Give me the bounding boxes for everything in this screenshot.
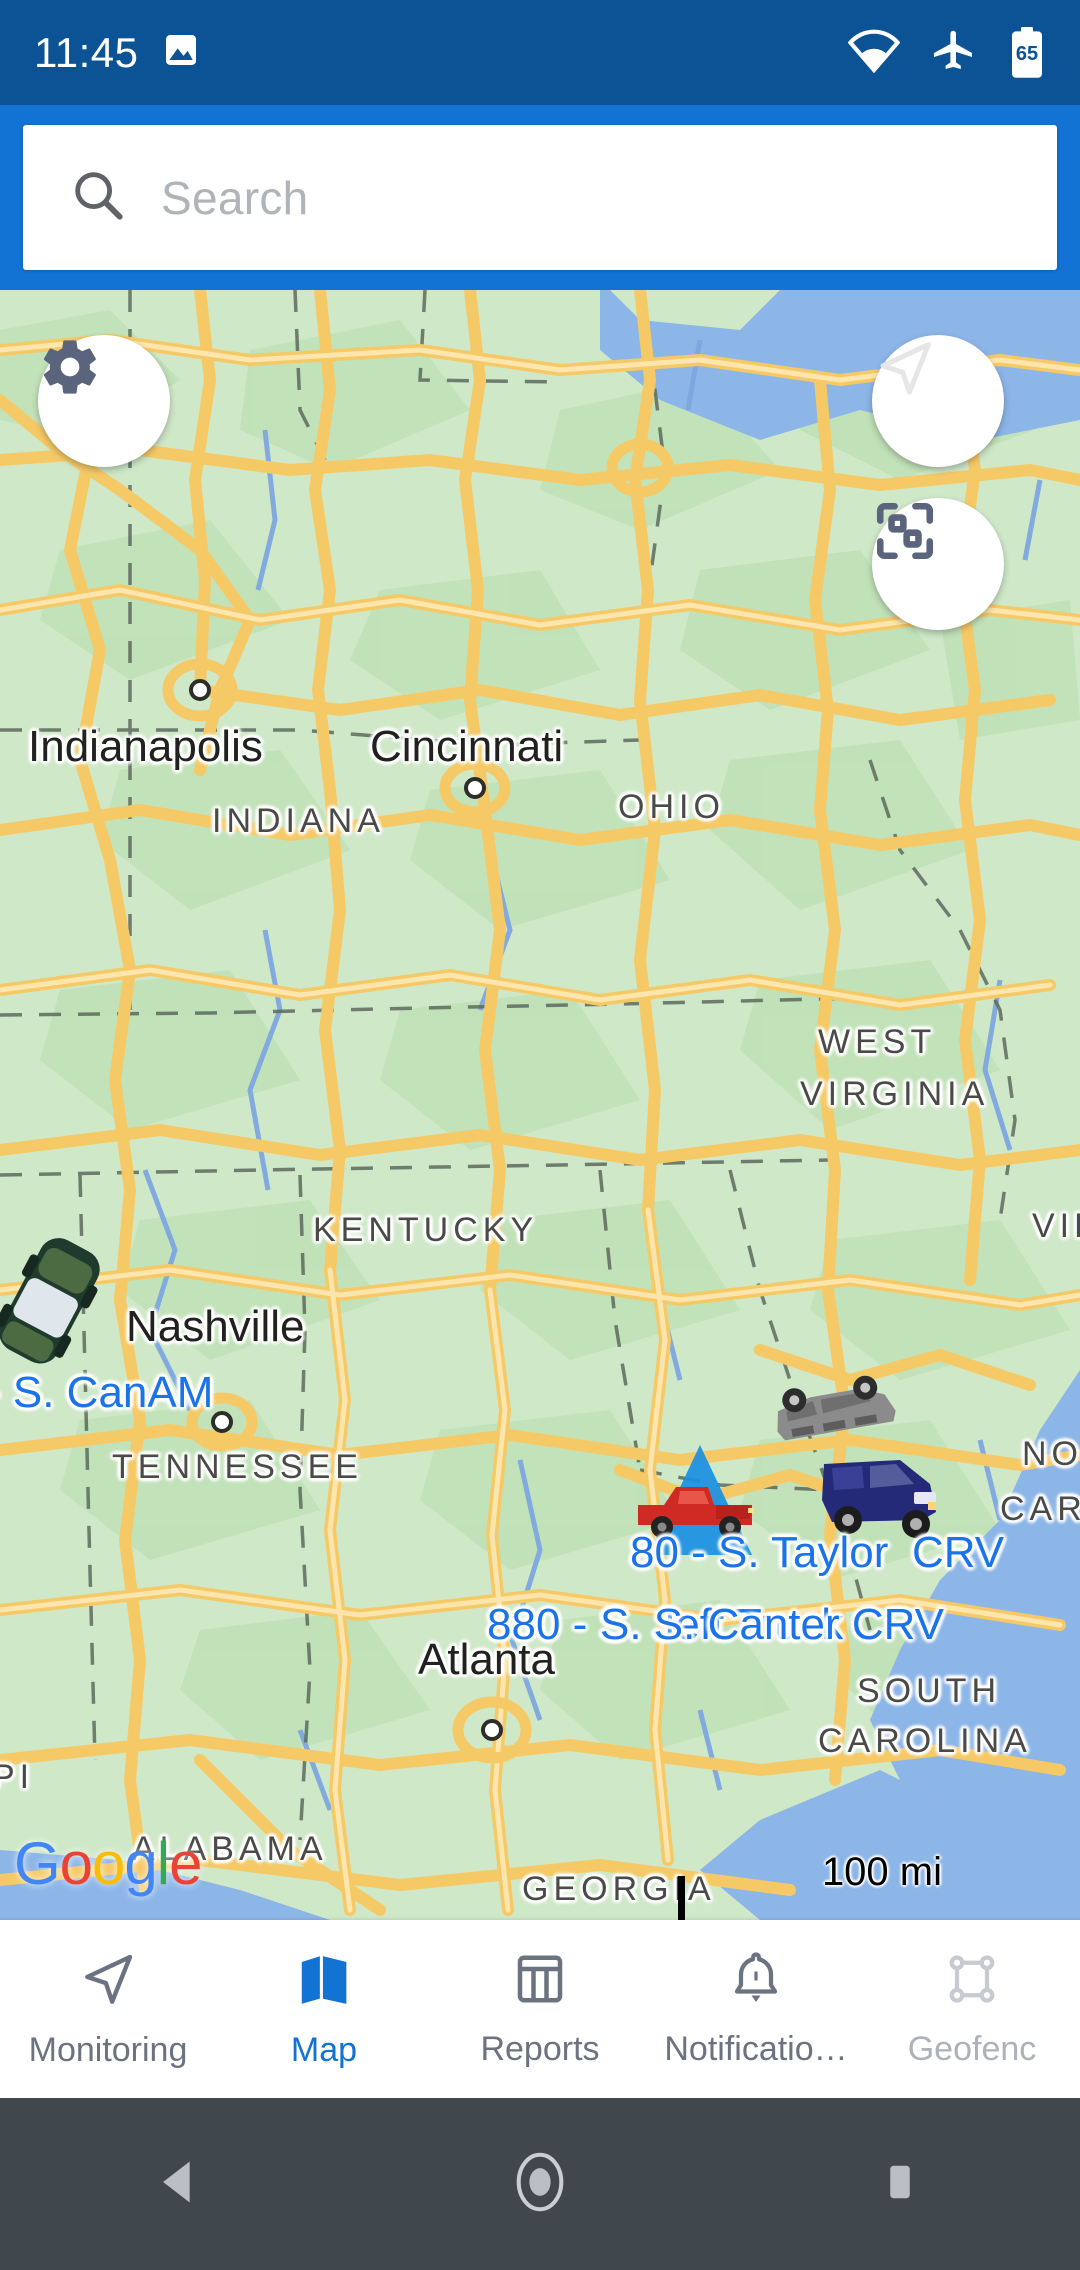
wifi-icon [847,27,901,78]
bottom-navigation: Monitoring Map Reports Notificatio… Geof… [0,1920,1080,2098]
map-canvas[interactable]: INDIANA OHIO WEST VIRGINIA VIR KENTUCKY … [0,290,1080,1920]
table-icon [510,1949,570,2014]
tab-map-label: Map [290,2031,358,2069]
tab-monitoring[interactable]: Monitoring [0,1920,216,2098]
google-logo-e: e [169,1830,202,1897]
city-dot-atlanta [481,1719,503,1741]
battery-icon: 65 [1008,26,1046,79]
tab-notifications-label: Notificatio… [664,2030,848,2068]
status-bar-right: 65 [847,26,1046,79]
tab-monitoring-label: Monitoring [28,2031,188,2069]
folded-map-icon [293,1948,355,2015]
city-dot-cincinnati [464,777,486,799]
battery-level-text: 65 [1015,42,1039,65]
google-logo: Google [14,1829,203,1898]
square-recents-icon [874,2156,926,2213]
settings-button[interactable] [38,335,170,467]
search-header: Search [0,105,1080,290]
scale-bar-miles: 100 mi [821,1850,942,1894]
google-logo-g1: G [14,1830,61,1897]
bell-icon [726,1949,786,2014]
tab-geofences[interactable]: Geofenc [864,1920,1080,2098]
geofence-polygon-icon [942,1949,1002,2014]
search-placeholder: Search [161,171,309,224]
home-button[interactable] [450,2098,630,2270]
city-dot-nashville [211,1411,233,1433]
google-logo-o2: o [92,1830,125,1897]
recents-button[interactable] [810,2098,990,2270]
my-location-button[interactable] [872,335,1004,467]
search-input[interactable]: Search [23,125,1057,270]
status-bar-clock: 11:45 [34,28,139,76]
city-dot-indianapolis [189,679,211,701]
google-logo-o1: o [59,1830,93,1897]
image-icon [161,30,201,75]
app-root: 11:45 65 Search INDIANA OHIO WEST VIRGIN… [0,0,1080,2270]
status-bar-left: 11:45 [34,29,201,77]
search-icon [69,166,127,229]
circle-home-icon [508,2150,572,2219]
tab-map[interactable]: Map [216,1920,432,2098]
tab-reports-label: Reports [480,2030,600,2068]
fit-all-button[interactable] [872,498,1004,630]
google-logo-l: l [156,1830,170,1897]
airplane-mode-icon [930,26,978,79]
tab-geofences-label: Geofenc [907,2030,1037,2068]
triangle-back-icon [151,2153,209,2216]
android-system-navigation [0,2098,1080,2270]
tab-notifications[interactable]: Notificatio… [648,1920,864,2098]
tab-reports[interactable]: Reports [432,1920,648,2098]
back-button[interactable] [90,2098,270,2270]
navigation-arrow-icon [77,1948,139,2015]
scale-bar-tick-mid [678,1876,685,1920]
google-logo-g2: g [124,1830,157,1897]
status-bar: 11:45 65 [0,0,1080,105]
